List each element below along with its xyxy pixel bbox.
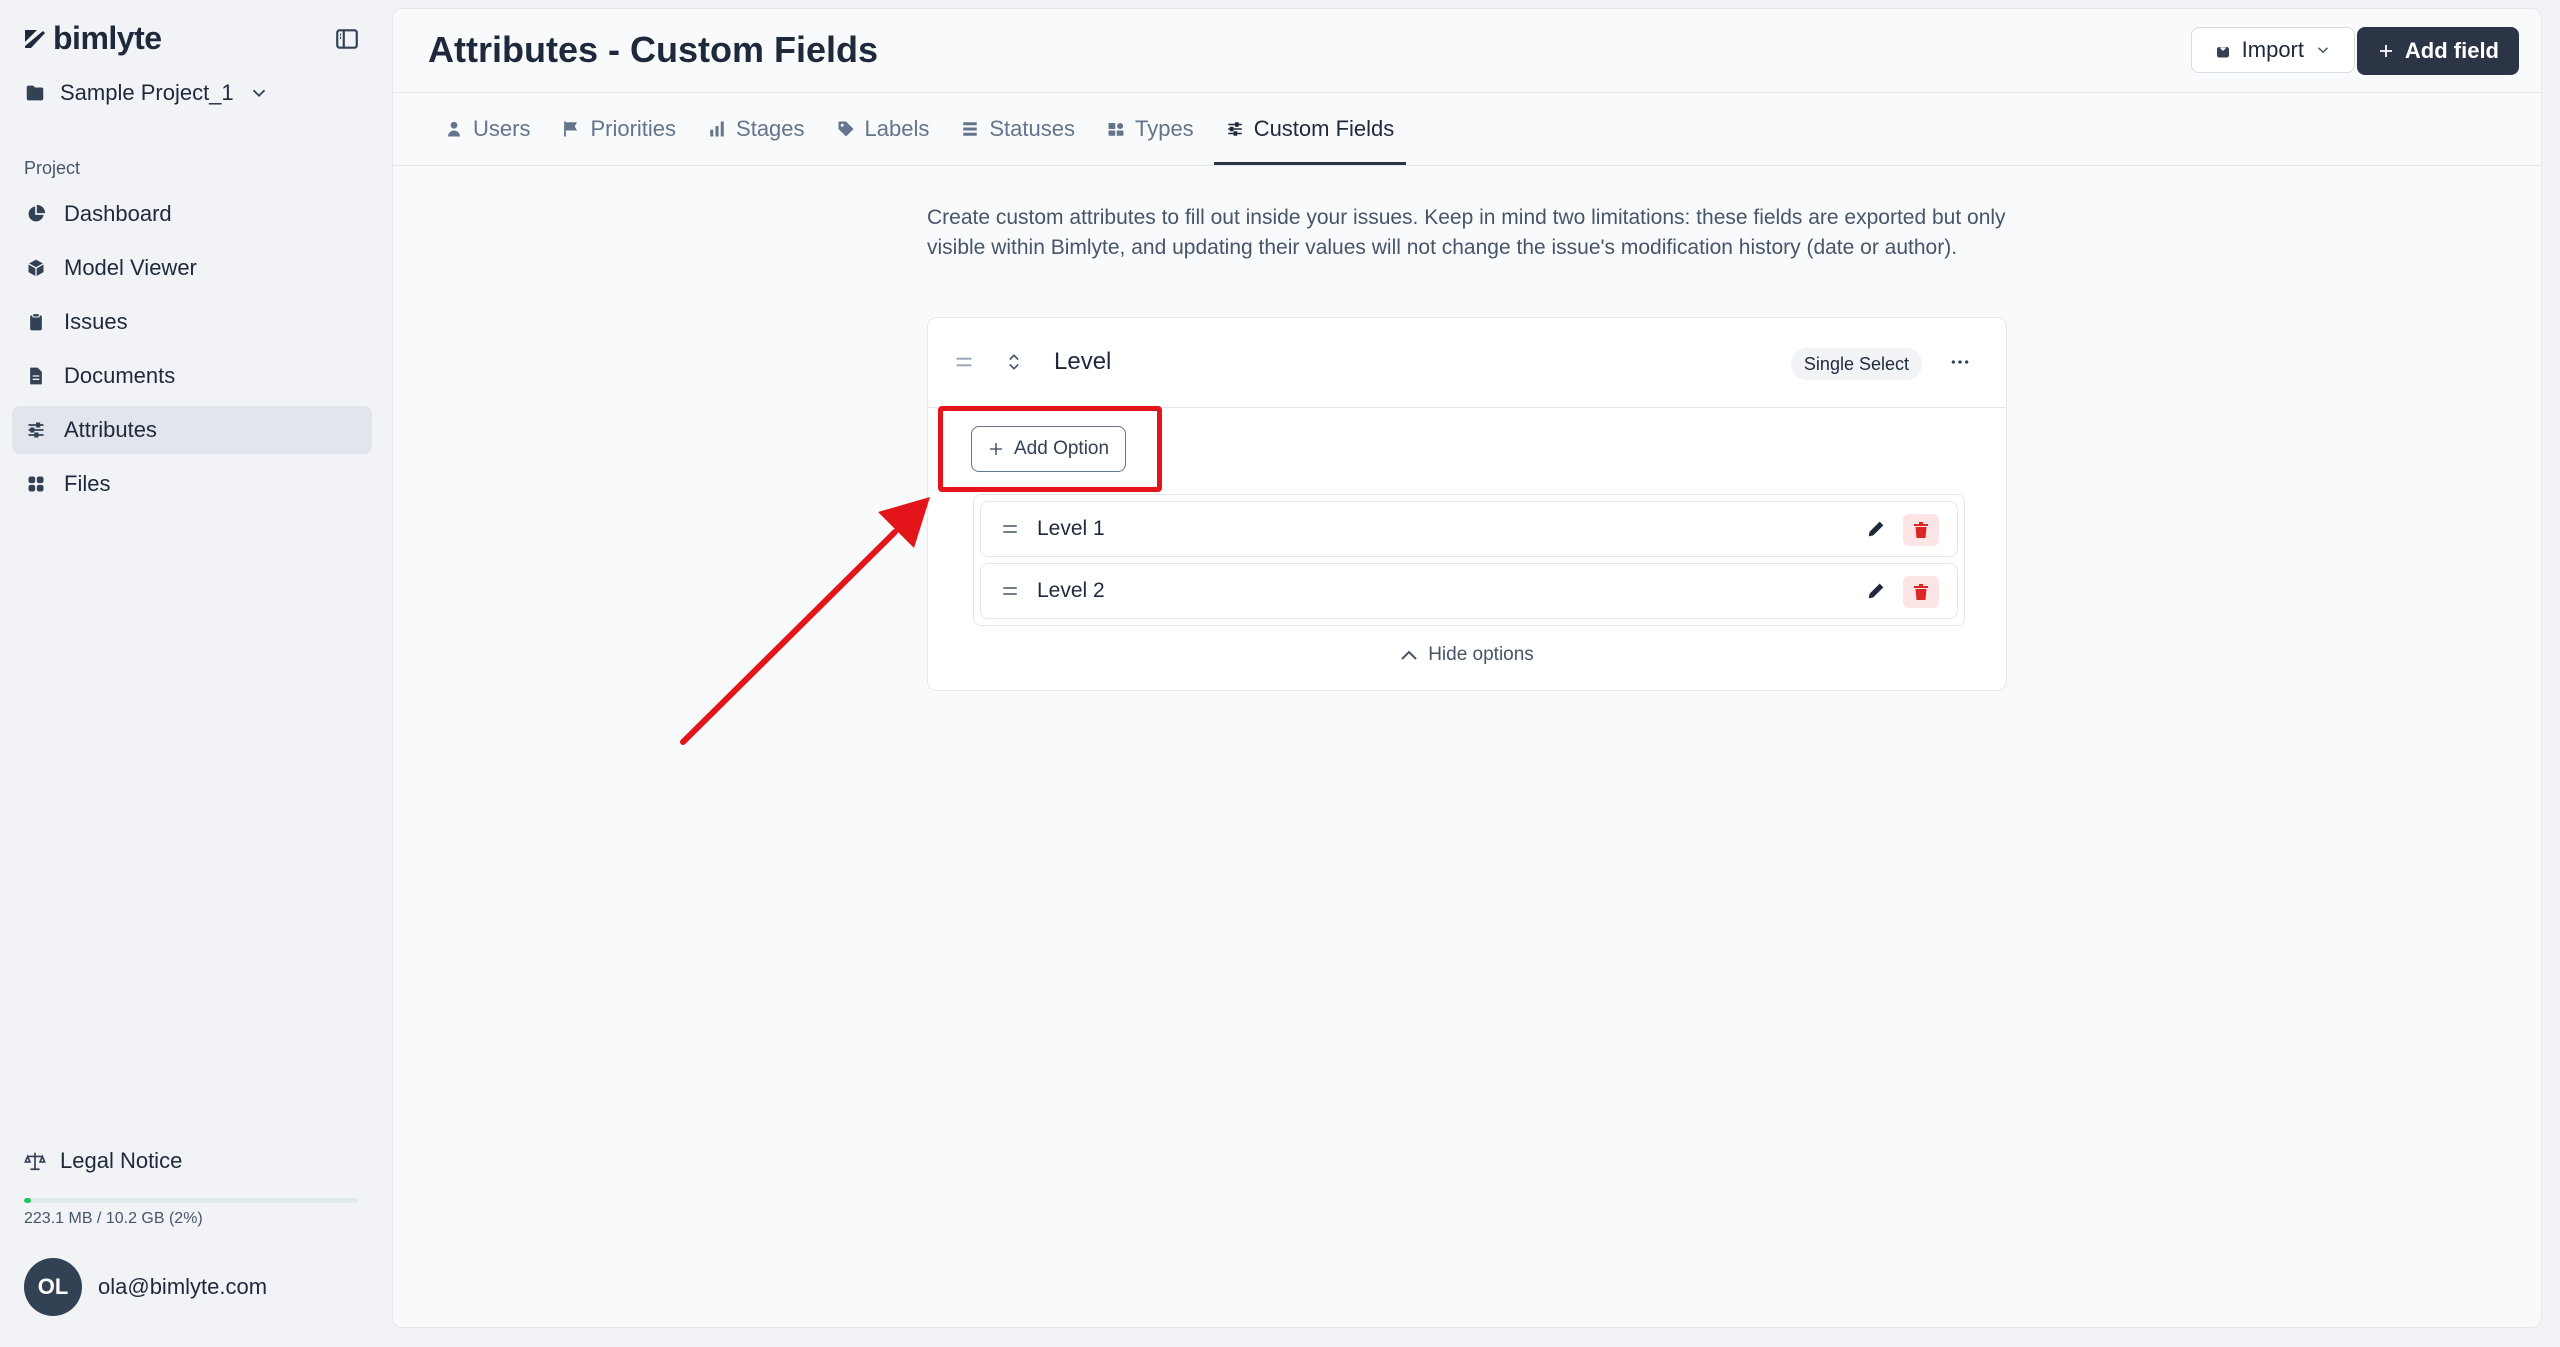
add-field-button[interactable]: Add field <box>2356 27 2519 75</box>
user-menu[interactable]: OL ola@bimlyte.com <box>24 1258 267 1316</box>
delete-option-button[interactable] <box>1903 514 1939 546</box>
tab-label: Custom Fields <box>1253 116 1395 141</box>
page-title: Attributes - Custom Fields <box>428 29 879 70</box>
project-name: Sample Project_1 <box>60 80 234 105</box>
option-label: Level 2 <box>1037 579 1105 602</box>
flag-icon <box>564 121 578 137</box>
tab-statuses[interactable]: Statuses <box>949 93 1087 165</box>
scale-icon <box>24 1152 46 1171</box>
sidebar-item-issues[interactable]: Issues <box>12 298 372 346</box>
sliders-icon <box>28 422 44 438</box>
tab-label: Statuses <box>989 116 1075 141</box>
project-selector[interactable]: Sample Project_1 <box>24 80 270 106</box>
sidebar-item-label: Documents <box>64 363 176 388</box>
expand-collapse-icon[interactable] <box>1004 351 1024 373</box>
sidebar-nav: Dashboard Model Viewer Issues Documents … <box>12 190 372 514</box>
import-label: Import <box>2241 37 2304 62</box>
add-option-label: Add Option <box>1014 438 1110 459</box>
sliders-icon <box>1227 122 1242 136</box>
grid-icon <box>28 476 44 492</box>
options-list: Level 1 Level 2 <box>973 494 1965 626</box>
storage-usage-text: 223.1 MB / 10.2 GB (2%) <box>24 1210 203 1227</box>
sidebar: bimlyte Sample Project_1 Project Dashboa… <box>0 0 390 1347</box>
tab-label: Types <box>1134 116 1194 141</box>
tab-custom-fields[interactable]: Custom Fields <box>1213 93 1407 165</box>
hide-options-label: Hide options <box>1428 644 1534 665</box>
hide-options-button[interactable]: Hide options <box>928 644 2006 666</box>
shapes-icon <box>1108 123 1124 136</box>
plus-icon <box>2379 45 2392 57</box>
tab-label: Stages <box>736 116 805 141</box>
drag-handle-icon[interactable] <box>1001 520 1019 538</box>
add-field-label: Add field <box>2404 38 2499 63</box>
trash-icon <box>1914 522 1928 538</box>
tab-label: Users <box>473 116 531 141</box>
sidebar-item-label: Attributes <box>64 417 157 442</box>
pencil-icon[interactable] <box>1865 518 1887 540</box>
sidebar-item-label: Issues <box>64 309 128 334</box>
storage-progress-fill <box>24 1198 31 1203</box>
drag-handle-icon[interactable] <box>954 352 974 372</box>
storage-progress-bar <box>24 1198 358 1203</box>
sidebar-item-model-viewer[interactable]: Model Viewer <box>12 244 372 292</box>
sidebar-item-documents[interactable]: Documents <box>12 352 372 400</box>
sidebar-item-label: Files <box>64 471 111 496</box>
tab-label: Priorities <box>590 116 677 141</box>
bimlyte-logo-icon <box>25 29 45 48</box>
add-option-button[interactable]: Add Option <box>971 426 1127 472</box>
logo-text: bimlyte <box>53 20 162 56</box>
list-item: Level 2 <box>980 563 1958 619</box>
user-email: ola@bimlyte.com <box>98 1274 268 1299</box>
more-options-icon[interactable] <box>1950 354 1970 370</box>
logo[interactable]: bimlyte <box>23 20 162 57</box>
page-header: Attributes - Custom Fields Import Add fi… <box>393 9 2541 93</box>
section-label: Project <box>24 158 81 178</box>
folder-icon <box>26 85 44 101</box>
tab-priorities[interactable]: Priorities <box>550 93 688 165</box>
drag-handle-icon[interactable] <box>1001 582 1019 600</box>
tab-label: Labels <box>864 116 930 141</box>
list-item: Level 1 <box>980 501 1958 557</box>
sidebar-item-attributes[interactable]: Attributes <box>12 406 372 454</box>
tabs-divider <box>393 165 2541 166</box>
sidebar-item-dashboard[interactable]: Dashboard <box>12 190 372 238</box>
pie-chart-icon <box>28 204 46 222</box>
option-label: Level 1 <box>1037 517 1105 540</box>
logo-row: bimlyte <box>23 20 368 64</box>
avatar: OL <box>24 1258 82 1316</box>
tab-stages[interactable]: Stages <box>696 93 817 165</box>
tab-labels[interactable]: Labels <box>825 93 942 165</box>
main-panel: Attributes - Custom Fields Import Add fi… <box>392 8 2542 1328</box>
field-type-badge: Single Select <box>1790 348 1922 380</box>
tag-icon <box>838 121 854 137</box>
chevron-down-icon <box>2317 47 2329 54</box>
cube-icon <box>28 259 44 277</box>
bar-chart-icon <box>710 121 724 137</box>
chevron-down-icon <box>252 89 265 98</box>
clipboard-icon <box>30 313 42 331</box>
import-icon <box>2216 42 2229 58</box>
trash-icon <box>1914 584 1928 600</box>
field-name: Level <box>1054 348 1112 375</box>
document-icon <box>30 367 42 385</box>
user-icon <box>448 121 460 137</box>
tab-types[interactable]: Types <box>1095 93 1206 165</box>
sidebar-collapse-icon[interactable] <box>334 26 360 52</box>
pencil-icon[interactable] <box>1865 580 1887 602</box>
list-icon <box>963 122 978 136</box>
legal-notice-link[interactable]: Legal Notice <box>24 1148 182 1174</box>
legal-notice-label: Legal Notice <box>60 1148 183 1173</box>
attribute-tabs: Users Priorities Stages Labels Statuses … <box>433 93 1414 165</box>
sidebar-item-files[interactable]: Files <box>12 460 372 508</box>
sidebar-item-label: Dashboard <box>64 201 172 226</box>
plus-icon <box>990 443 1002 455</box>
page-description: Create custom attributes to fill out ins… <box>927 206 2006 259</box>
custom-field-card: Level Single Select Add Option Level 1 L… <box>927 317 2007 691</box>
delete-option-button[interactable] <box>1903 576 1939 608</box>
field-header: Level Single Select <box>928 318 2006 408</box>
import-button[interactable]: Import <box>2190 27 2355 73</box>
sidebar-item-label: Model Viewer <box>64 255 197 280</box>
chevron-up-icon <box>1401 650 1417 660</box>
tab-users[interactable]: Users <box>433 93 542 165</box>
